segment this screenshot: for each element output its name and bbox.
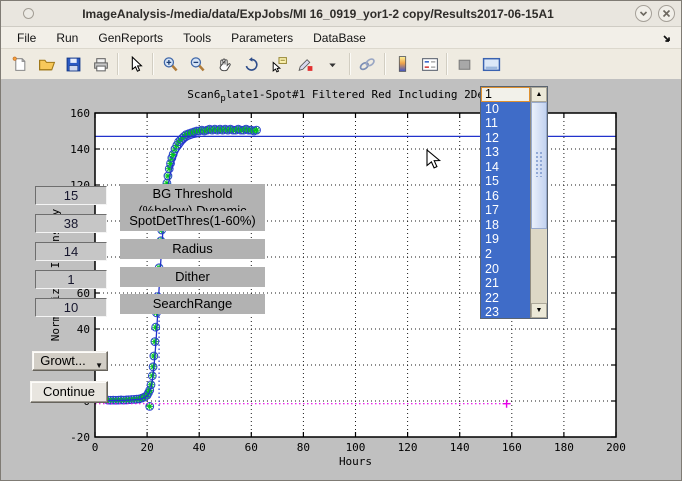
searchrange-label: SearchRange — [120, 294, 265, 314]
dither-input[interactable]: 1 — [35, 270, 107, 289]
insert-colorbar-icon[interactable] — [389, 51, 416, 77]
dither-label: Dither — [120, 267, 265, 287]
menubar: FileRunGenReportsToolsParametersDataBase — [1, 27, 681, 49]
toolbar-separator — [152, 53, 154, 75]
growth-model-dropdown[interactable]: Growt... ▼ — [32, 351, 108, 371]
y-tick-label: -20 — [70, 431, 90, 444]
plot-tools-hide-icon[interactable] — [451, 51, 478, 77]
listbox-item-17[interactable]: 17 — [481, 203, 530, 218]
menu-item-database[interactable]: DataBase — [303, 28, 376, 48]
listbox-item-19[interactable]: 19 — [481, 232, 530, 247]
y-tick-label: 40 — [77, 323, 90, 336]
listbox-item-13[interactable]: 13 — [481, 145, 530, 160]
app-window: ImageAnalysis-/media/data/ExpJobs/MI 16_… — [0, 0, 682, 481]
mouse-cursor-icon — [426, 149, 442, 171]
toolbar-separator — [446, 53, 448, 75]
menu-item-parameters[interactable]: Parameters — [221, 28, 303, 48]
continue-button[interactable]: Continue — [30, 381, 108, 403]
listbox-item-15[interactable]: 15 — [481, 174, 530, 189]
y-tick-label: 160 — [70, 107, 90, 120]
x-tick-label: 60 — [245, 441, 258, 454]
plot-tools-show-icon[interactable] — [478, 51, 505, 77]
toolbar-separator — [384, 53, 386, 75]
insert-legend-icon[interactable] — [416, 51, 443, 77]
data-cursor-icon[interactable] — [265, 51, 292, 77]
data-point-asterisk — [152, 338, 159, 345]
window-menu-icon[interactable] — [23, 8, 34, 19]
x-tick-label: 20 — [140, 441, 153, 454]
data-point-asterisk — [150, 353, 157, 360]
listbox-items: 110111213141516171819220212223 — [481, 87, 530, 318]
shade-button[interactable] — [635, 5, 652, 22]
dropdown-caret-icon: ▼ — [95, 357, 103, 375]
brush-icon[interactable] — [292, 51, 319, 77]
x-tick-label: 120 — [398, 441, 418, 454]
radius-input[interactable]: 14 — [35, 242, 107, 261]
toolbar-separator — [349, 53, 351, 75]
x-tick-label: 40 — [193, 441, 206, 454]
listbox-item-10[interactable]: 10 — [481, 102, 530, 117]
new-file-icon[interactable] — [6, 51, 33, 77]
x-tick-label: 80 — [297, 441, 310, 454]
x-tick-label: 100 — [346, 441, 366, 454]
x-tick-label: 200 — [606, 441, 626, 454]
listbox-item-23[interactable]: 23 — [481, 305, 530, 318]
toolbar — [1, 49, 681, 80]
listbox-item-18[interactable]: 18 — [481, 218, 530, 233]
x-tick-label: 160 — [502, 441, 522, 454]
spotdetthres-label: SpotDetThres(1-60%) — [120, 211, 265, 231]
menu-item-tools[interactable]: Tools — [173, 28, 221, 48]
listbox-item-12[interactable]: 12 — [481, 131, 530, 146]
listbox-item-1[interactable]: 1 — [481, 87, 530, 102]
zoom-out-icon[interactable] — [184, 51, 211, 77]
x-axis-label: Hours — [339, 455, 372, 468]
pan-icon[interactable] — [211, 51, 238, 77]
searchrange-input[interactable]: 10 — [35, 298, 107, 317]
listbox-item-20[interactable]: 20 — [481, 262, 530, 277]
menu-item-genreports[interactable]: GenReports — [88, 28, 173, 48]
radius-label: Radius — [120, 239, 265, 259]
brush-caret-icon[interactable] — [319, 51, 346, 77]
scroll-down-icon[interactable]: ▼ — [531, 303, 547, 318]
x-tick-label: 140 — [450, 441, 470, 454]
titlebar: ImageAnalysis-/media/data/ExpJobs/MI 16_… — [1, 1, 681, 27]
scroll-up-icon[interactable]: ▲ — [531, 87, 547, 102]
bg-threshold-input[interactable]: 15 — [35, 186, 107, 205]
x-tick-label: 180 — [554, 441, 574, 454]
scrollbar-thumb[interactable] — [531, 102, 547, 229]
toolbar-separator — [117, 53, 119, 75]
menu-item-run[interactable]: Run — [46, 28, 88, 48]
chevron-down-icon — [639, 9, 648, 18]
plot-title-pre: Scan6 — [187, 88, 220, 101]
bg-threshold-label: BG Threshold — [120, 184, 265, 204]
save-icon[interactable] — [60, 51, 87, 77]
x-tick-label: 0 — [92, 441, 99, 454]
listbox-item-22[interactable]: 22 — [481, 291, 530, 306]
open-file-icon[interactable] — [33, 51, 60, 77]
listbox-item-2[interactable]: 2 — [481, 247, 530, 262]
menu-grip-icon[interactable] — [662, 31, 673, 49]
growth-model-dropdown-label: Growt... — [40, 353, 86, 368]
data-point-asterisk — [253, 127, 260, 134]
listbox-item-11[interactable]: 11 — [481, 116, 530, 131]
y-tick-label: 140 — [70, 143, 90, 156]
pointer-icon[interactable] — [122, 51, 149, 77]
spot-number-listbox[interactable]: 110111213141516171819220212223 ▲ ▼ — [480, 86, 548, 319]
close-button[interactable] — [658, 5, 675, 22]
print-icon[interactable] — [87, 51, 114, 77]
close-icon — [662, 9, 671, 18]
rotate-3d-icon[interactable] — [238, 51, 265, 77]
listbox-item-21[interactable]: 21 — [481, 276, 530, 291]
zoom-in-icon[interactable] — [157, 51, 184, 77]
listbox-item-14[interactable]: 14 — [481, 160, 530, 175]
data-point-asterisk — [152, 324, 159, 331]
figure-canvas: 020406080100120140160180200-200204060801… — [2, 79, 680, 479]
spotdetthres-input[interactable]: 38 — [35, 214, 107, 233]
listbox-scrollbar[interactable]: ▲ ▼ — [530, 87, 547, 318]
window-title: ImageAnalysis-/media/data/ExpJobs/MI 16_… — [1, 7, 635, 21]
menu-item-file[interactable]: File — [7, 28, 46, 48]
link-plot-icon[interactable] — [354, 51, 381, 77]
listbox-item-16[interactable]: 16 — [481, 189, 530, 204]
